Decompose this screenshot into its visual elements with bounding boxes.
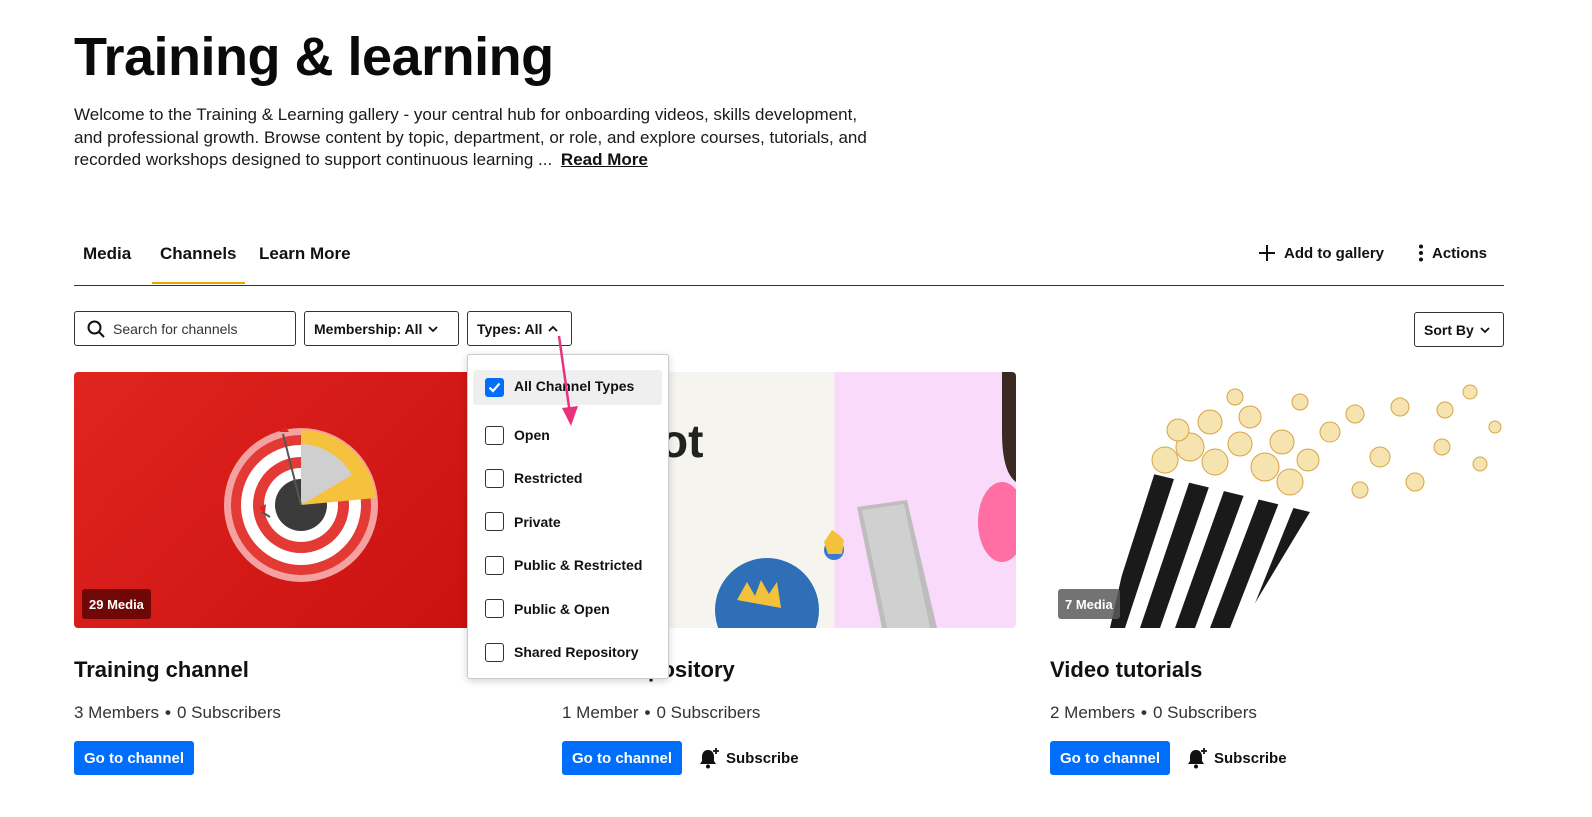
subscribers-count: 0 Subscribers [176, 703, 281, 722]
page-title: Training & learning [74, 27, 554, 87]
sort-by-label: Sort By [1424, 321, 1474, 338]
actions-label: Actions [1432, 244, 1488, 262]
members-count: 3 Members [74, 703, 160, 722]
members-count: 1 Member [562, 703, 639, 722]
types-filter[interactable]: Types: All [467, 311, 572, 346]
card-actions: Go to channel Subscribe [1050, 741, 1504, 775]
checkmark-icon [488, 382, 501, 393]
members-count: 2 Members [1050, 703, 1136, 722]
chevron-up-icon [548, 325, 558, 332]
channel-thumbnail[interactable]: 29 Media [74, 372, 528, 628]
option-label: Shared Repository [514, 644, 639, 661]
option-label: Open [514, 427, 550, 444]
plus-icon [1259, 245, 1275, 261]
bell-plus-icon [1188, 748, 1208, 769]
go-to-channel-button[interactable]: Go to channel [74, 741, 195, 775]
actions-button[interactable]: Actions [1418, 244, 1487, 262]
checkbox[interactable] [485, 468, 504, 488]
checkbox[interactable] [485, 512, 504, 532]
card-actions: Go to channel Subscribe [562, 741, 1016, 775]
subscribers-count: 0 Subscribers [1152, 703, 1257, 722]
type-option-public-open[interactable]: Public & Open [468, 587, 668, 630]
channel-title[interactable]: Video tutorials [1050, 657, 1504, 683]
subscribe-label: Subscribe [726, 749, 799, 767]
bell-plus-icon [700, 748, 720, 769]
chevron-down-icon [428, 325, 439, 332]
chevron-down-icon [1480, 326, 1490, 333]
channel-thumbnail[interactable]: 7 Media [1050, 372, 1504, 628]
gallery-description: Welcome to the Training & Learning galle… [74, 104, 874, 172]
channel-card: 29 Media Training channel 3 Members • 0 Su… [74, 372, 528, 775]
option-label: Restricted [514, 470, 583, 487]
card-actions: Go to channel [74, 741, 528, 775]
more-vertical-icon [1419, 244, 1423, 262]
tab-channels[interactable]: Channels [152, 244, 245, 284]
types-dropdown: All Channel Types Open Restricted Privat… [467, 354, 669, 679]
go-to-channel-button[interactable]: Go to channel [1050, 741, 1171, 775]
option-label: Public & Open [514, 600, 610, 617]
tab-media[interactable]: Media [83, 244, 131, 264]
channel-card: 7 Media Video tutorials 2 Members • 0 Subs… [1050, 372, 1504, 775]
checkbox[interactable] [485, 425, 504, 445]
subscribe-button[interactable]: Subscribe [698, 747, 799, 769]
option-label: Private [514, 513, 561, 530]
channel-stats: 2 Members • 0 Subscribers [1050, 703, 1257, 722]
type-option-all[interactable]: All Channel Types [468, 370, 668, 413]
sort-by-button[interactable]: Sort By [1414, 312, 1504, 347]
channel-stats: 3 Members • 0 Subscribers [74, 703, 281, 722]
checkbox[interactable] [485, 555, 504, 575]
channel-search[interactable] [74, 311, 296, 346]
type-option-shared-repository[interactable]: Shared Repository [468, 630, 668, 673]
type-option-public-restricted[interactable]: Public & Restricted [468, 544, 668, 587]
add-to-gallery-button[interactable]: Add to gallery [1258, 244, 1384, 262]
type-option-private[interactable]: Private [468, 500, 668, 543]
subscribers-count: 0 Subscribers [656, 703, 761, 722]
subscribe-label: Subscribe [1214, 749, 1287, 767]
option-label: Public & Restricted [514, 557, 643, 574]
media-count-badge: 29 Media [82, 589, 151, 619]
gallery-tabs: Media Channels Learn More Add to gallery… [74, 230, 1504, 286]
channel-stats: 1 Member • 0 Subscribers [562, 703, 761, 722]
description-text: Welcome to the Training & Learning galle… [74, 105, 867, 169]
option-label: All Channel Types [514, 378, 635, 394]
checkbox[interactable] [485, 599, 504, 619]
subscribe-button[interactable]: Subscribe [1186, 747, 1287, 769]
channel-title[interactable]: Training channel [74, 657, 528, 683]
checkbox-checked[interactable] [485, 378, 504, 397]
types-filter-label: Types: All [477, 320, 543, 337]
search-input[interactable] [113, 320, 283, 337]
add-to-gallery-label: Add to gallery [1284, 244, 1385, 262]
media-count-badge: 7 Media [1058, 589, 1120, 619]
membership-filter-label: Membership: All [314, 320, 423, 337]
go-to-channel-button[interactable]: Go to channel [562, 741, 683, 775]
tab-learn-more[interactable]: Learn More [259, 244, 351, 264]
read-more-link[interactable]: Read More [561, 150, 648, 169]
type-option-restricted[interactable]: Restricted [468, 457, 668, 500]
checkbox[interactable] [485, 642, 504, 662]
search-icon [87, 320, 105, 338]
type-option-open[interactable]: Open [468, 413, 668, 456]
membership-filter[interactable]: Membership: All [304, 311, 459, 346]
